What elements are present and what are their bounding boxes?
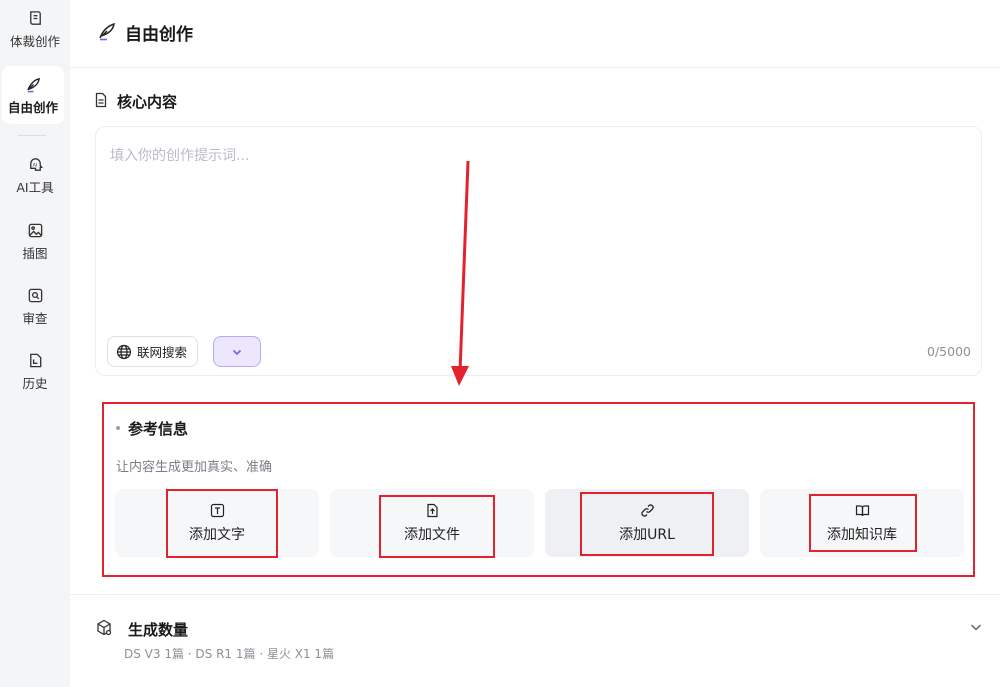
add-knowledge-base-button[interactable]: 添加知识库 <box>760 489 964 557</box>
generate-count-summary: DS V3 1篇 · DS R1 1篇 · 星火 X1 1篇 <box>124 647 335 661</box>
page-title: 自由创作 <box>125 25 193 45</box>
sidebar-item-label: 审查 <box>22 311 48 326</box>
generate-count-title: 生成数量 <box>128 621 189 639</box>
add-url-button[interactable]: 添加URL <box>545 489 749 557</box>
sidebar-item-label: 历史 <box>22 376 48 391</box>
add-url-label: 添加URL <box>619 526 675 543</box>
char-count: 0/5000 <box>927 344 971 359</box>
add-text-button[interactable]: 添加文字 <box>115 489 319 557</box>
quill-icon <box>99 22 115 41</box>
core-content-title: 核心内容 <box>117 93 178 111</box>
ai-head-icon: AI <box>29 158 43 171</box>
genre-icon <box>29 11 41 25</box>
options-dropdown-button[interactable] <box>213 336 261 367</box>
sidebar-item-history[interactable]: 历史 <box>0 352 70 392</box>
bullet-dot <box>116 426 120 430</box>
sidebar-item-label: 插图 <box>22 246 48 261</box>
text-icon <box>210 503 224 517</box>
chevron-down-icon <box>232 349 242 355</box>
sidebar-item-illustration[interactable]: 插图 <box>0 222 70 262</box>
sidebar-item-free-creation[interactable]: 自由创作 <box>2 66 64 124</box>
sidebar-item-review[interactable]: 审查 <box>0 287 70 327</box>
cube-settings-icon <box>97 619 112 636</box>
svg-text:AI: AI <box>32 162 37 168</box>
add-text-label: 添加文字 <box>189 526 245 543</box>
globe-icon <box>116 344 132 359</box>
reference-info-section: 参考信息 让内容生成更加真实、准确 添加文字 添加文件 添加URL 添加知识库 <box>102 402 975 577</box>
prompt-input[interactable] <box>110 145 950 325</box>
prompt-box: 联网搜索 0/5000 <box>95 126 982 376</box>
web-search-label: 联网搜索 <box>137 345 188 360</box>
add-file-button[interactable]: 添加文件 <box>330 489 534 557</box>
book-icon <box>855 504 869 516</box>
document-icon <box>95 92 107 108</box>
chevron-down-icon[interactable] <box>968 619 984 635</box>
reference-subtitle: 让内容生成更加真实、准确 <box>116 460 273 475</box>
main-panel: 自由创作 核心内容 联网搜索 0/5000 参考信息 让内容生成更加真实、准确 <box>70 0 1000 687</box>
reference-title: 参考信息 <box>128 420 189 438</box>
page-header: 自由创作 <box>70 0 1000 68</box>
sidebar-item-label: 体裁创作 <box>9 34 60 49</box>
history-icon <box>29 353 41 368</box>
generate-count-section[interactable]: 生成数量 DS V3 1篇 · DS R1 1篇 · 星火 X1 1篇 <box>70 594 1000 687</box>
add-knowledge-base-label: 添加知识库 <box>827 526 897 543</box>
sidebar-item-label: 自由创作 <box>7 100 58 115</box>
sidebar-item-label: AI工具 <box>16 180 54 195</box>
web-search-button[interactable]: 联网搜索 <box>107 336 199 367</box>
sidebar-divider <box>18 135 46 136</box>
link-icon <box>640 503 654 517</box>
sidebar-item-genre[interactable]: 体裁创作 <box>0 10 70 50</box>
quill-icon <box>26 77 40 93</box>
sidebar-item-ai-tools[interactable]: AI AI工具 <box>0 156 70 196</box>
add-file-label: 添加文件 <box>404 526 460 543</box>
image-icon <box>28 223 42 238</box>
upload-file-icon <box>426 503 438 517</box>
review-icon <box>28 288 42 303</box>
sidebar: 体裁创作 自由创作 AI AI工具 插图 审查 历史 <box>0 0 70 687</box>
